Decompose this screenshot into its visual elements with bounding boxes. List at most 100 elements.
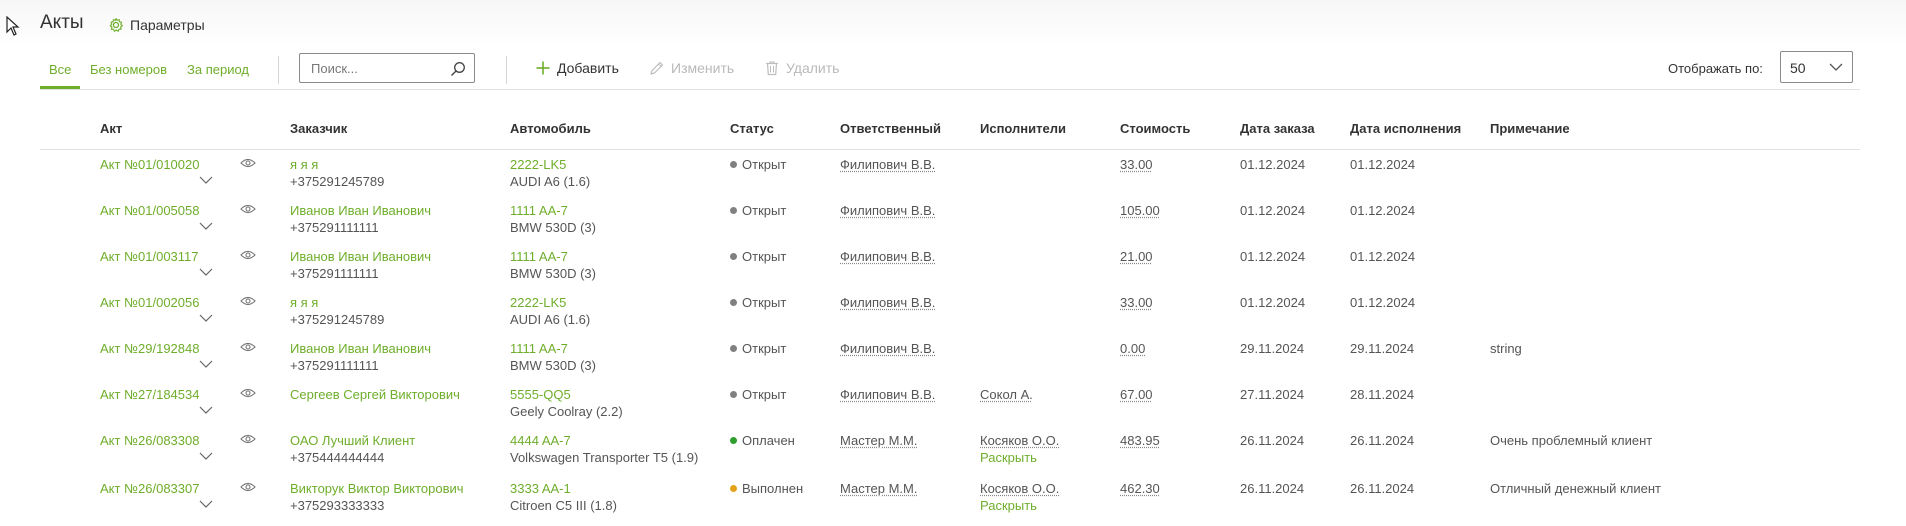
edit-button[interactable]: Изменить (649, 60, 734, 76)
responsible-name[interactable]: Филипович В.В. (840, 340, 935, 357)
car-plate-link[interactable]: 2222-LK5 (510, 294, 566, 311)
responsible-name[interactable]: Мастер М.М. (840, 432, 917, 449)
responsible-name[interactable]: Филипович В.В. (840, 156, 935, 173)
tab-period[interactable]: За период (187, 62, 249, 77)
table-row[interactable]: Акт №27/184534 Сергеев Сергей Викторович 5… (40, 386, 1860, 432)
col-responsible[interactable]: Ответственный (840, 121, 941, 136)
client-link[interactable]: ОАО Лучший Клиент (290, 432, 415, 449)
status-badge: Оплачен (730, 432, 795, 449)
car-plate-link[interactable]: 1111 AA-7 (510, 340, 568, 357)
client-link[interactable]: Сергеев Сергей Викторович (290, 386, 460, 403)
tab-all[interactable]: Все (49, 62, 71, 77)
client-link[interactable]: я я я (290, 156, 318, 173)
responsible-name[interactable]: Филипович В.В. (840, 202, 935, 219)
col-executors[interactable]: Исполнители (980, 121, 1066, 136)
delete-button[interactable]: Удалить (764, 60, 839, 76)
eye-icon[interactable] (240, 387, 256, 399)
chevron-down-icon[interactable] (199, 452, 213, 460)
act-link[interactable]: Акт №26/083307 (100, 480, 199, 497)
col-act[interactable]: Акт (100, 121, 122, 136)
client-link[interactable]: Викторук Виктор Викторович (290, 480, 464, 497)
search-input[interactable] (309, 60, 453, 77)
car-plate-link[interactable]: 3333 AA-1 (510, 480, 571, 497)
car-plate-link[interactable]: 2222-LK5 (510, 156, 566, 173)
eye-icon[interactable] (240, 157, 256, 169)
add-button[interactable]: Добавить (535, 60, 619, 76)
cost-value[interactable]: 462.30 (1120, 480, 1160, 497)
col-client[interactable]: Заказчик (290, 121, 347, 136)
status-text: Открыт (742, 341, 787, 356)
search-box[interactable] (299, 53, 475, 83)
car-plate-link[interactable]: 1111 AA-7 (510, 248, 568, 265)
eye-icon[interactable] (240, 203, 256, 215)
executors-name[interactable]: Сокол А. (980, 386, 1033, 403)
col-note[interactable]: Примечание (1490, 121, 1570, 136)
params-button[interactable]: Параметры (108, 17, 205, 33)
table-row[interactable]: Акт №01/003117 Иванов Иван Иванович +37529… (40, 248, 1860, 294)
act-link[interactable]: Акт №01/003117 (100, 248, 199, 265)
chevron-down-icon[interactable] (199, 500, 213, 508)
cost-value[interactable]: 67.00 (1120, 386, 1153, 403)
chevron-down-icon[interactable] (199, 176, 213, 184)
car-model: Volkswagen Transporter T5 (1.9) (510, 450, 699, 465)
col-status[interactable]: Статус (730, 121, 774, 136)
order-date: 26.11.2024 (1240, 481, 1305, 496)
executors-name[interactable]: Косяков О.О. (980, 432, 1059, 449)
table-row[interactable]: Акт №01/005058 Иванов Иван Иванович +37529… (40, 202, 1860, 248)
col-order-date[interactable]: Дата заказа (1240, 121, 1315, 136)
expand-link[interactable]: Раскрыть (980, 497, 1037, 514)
act-link[interactable]: Акт №01/005058 (100, 202, 199, 219)
col-done-date[interactable]: Дата исполнения (1350, 121, 1461, 136)
car-plate-link[interactable]: 1111 AA-7 (510, 202, 568, 219)
table-row[interactable]: Акт №01/010020 я я я +375291245789 2222-LK5… (40, 156, 1860, 202)
act-link[interactable]: Акт №27/184534 (100, 386, 199, 403)
client-link[interactable]: Иванов Иван Иванович (290, 202, 431, 219)
car-plate-link[interactable]: 5555-QQ5 (510, 386, 571, 403)
cost-value[interactable]: 33.00 (1120, 294, 1153, 311)
expand-link[interactable]: Раскрыть (980, 449, 1037, 466)
search-icon[interactable] (450, 61, 466, 77)
responsible-name[interactable]: Филипович В.В. (840, 248, 935, 265)
cost-value[interactable]: 105.00 (1120, 202, 1160, 219)
plus-icon (536, 61, 550, 75)
tab-no-numbers[interactable]: Без номеров (90, 62, 167, 77)
col-car[interactable]: Автомобиль (510, 121, 591, 136)
act-link[interactable]: Акт №01/010020 (100, 156, 199, 173)
act-link[interactable]: Акт №01/002056 (100, 294, 199, 311)
eye-icon[interactable] (240, 433, 256, 445)
cost-value[interactable]: 483.95 (1120, 432, 1160, 449)
car-plate-link[interactable]: 4444 AA-7 (510, 432, 571, 449)
act-link[interactable]: Акт №26/083308 (100, 432, 199, 449)
eye-icon[interactable] (240, 249, 256, 261)
responsible-name[interactable]: Филипович В.В. (840, 386, 935, 403)
status-badge: Открыт (730, 202, 786, 219)
chevron-down-icon[interactable] (199, 314, 213, 322)
eye-icon[interactable] (240, 341, 256, 353)
status-dot (730, 253, 737, 260)
client-link[interactable]: Иванов Иван Иванович (290, 340, 431, 357)
cost-value[interactable]: 33.00 (1120, 156, 1153, 173)
responsible-name[interactable]: Филипович В.В. (840, 294, 935, 311)
order-date: 01.12.2024 (1240, 203, 1306, 218)
client-link[interactable]: я я я (290, 294, 318, 311)
chevron-down-icon[interactable] (199, 360, 213, 368)
executors-name[interactable]: Косяков О.О. (980, 480, 1059, 497)
cost-value[interactable]: 0.00 (1120, 340, 1145, 357)
chevron-down-icon[interactable] (199, 222, 213, 230)
chevron-down-icon[interactable] (199, 406, 213, 414)
eye-icon[interactable] (240, 481, 256, 493)
col-cost[interactable]: Стоимость (1120, 121, 1190, 136)
table-row[interactable]: Акт №29/192848 Иванов Иван Иванович +37529… (40, 340, 1860, 386)
responsible-name[interactable]: Мастер М.М. (840, 480, 917, 497)
chevron-down-icon[interactable] (199, 268, 213, 276)
table-row[interactable]: Акт №26/083307 Викторук Виктор Викторович… (40, 480, 1860, 526)
status-dot (730, 345, 737, 352)
delete-label: Удалить (786, 60, 840, 76)
table-row[interactable]: Акт №26/083308 ОАО Лучший Клиент +37544444… (40, 432, 1860, 478)
table-row[interactable]: Акт №01/002056 я я я +375291245789 2222-LK5… (40, 294, 1860, 340)
client-link[interactable]: Иванов Иван Иванович (290, 248, 431, 265)
page-size-select[interactable]: 50 (1780, 51, 1853, 83)
cost-value[interactable]: 21.00 (1120, 248, 1153, 265)
act-link[interactable]: Акт №29/192848 (100, 340, 199, 357)
eye-icon[interactable] (240, 295, 256, 307)
